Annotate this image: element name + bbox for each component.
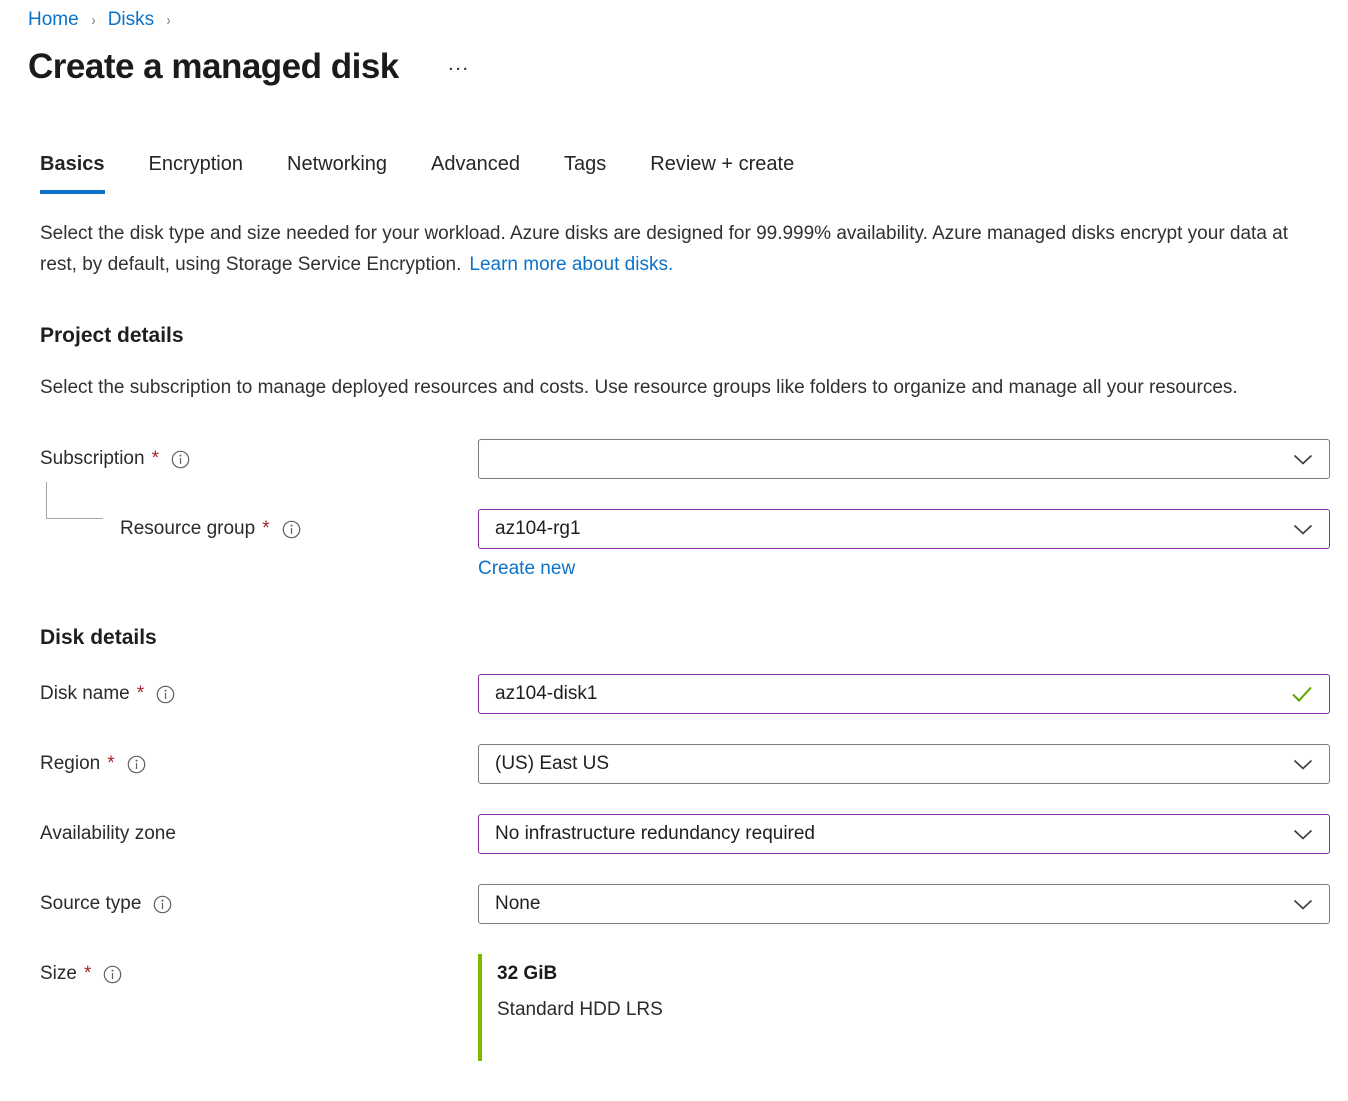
disk-name-input[interactable] — [495, 683, 1281, 705]
disk-details-heading: Disk details — [40, 626, 1348, 650]
project-details-heading: Project details — [40, 324, 1348, 348]
title-row: Create a managed disk ... — [28, 47, 1348, 87]
tab-review-create[interactable]: Review + create — [650, 153, 794, 194]
checkmark-icon — [1291, 686, 1313, 702]
disk-name-row: Disk name * — [40, 674, 1348, 714]
intro-text: Select the disk type and size needed for… — [40, 218, 1320, 280]
info-icon[interactable] — [103, 965, 122, 984]
required-marker: * — [107, 753, 114, 775]
region-dropdown[interactable]: (US) East US — [478, 744, 1330, 784]
tab-networking[interactable]: Networking — [287, 153, 387, 194]
source-type-row: Source type None — [40, 884, 1348, 924]
disk-details-form: Disk name * Region * (US) East US — [40, 674, 1348, 1061]
region-label-text: Region — [40, 753, 100, 775]
size-summary: 32 GiB Standard HDD LRS — [478, 954, 1330, 1061]
disk-name-label: Disk name * — [40, 674, 478, 714]
size-label: Size * — [40, 954, 478, 994]
subscription-dropdown[interactable] — [478, 439, 1330, 479]
info-icon[interactable] — [153, 895, 172, 914]
required-marker: * — [262, 518, 269, 540]
source-type-dropdown[interactable]: None — [478, 884, 1330, 924]
resource-group-label: Resource group * — [40, 509, 478, 549]
page-title: Create a managed disk — [28, 47, 399, 87]
chevron-right-icon: › — [167, 12, 171, 29]
required-marker: * — [84, 963, 91, 985]
breadcrumb-home-link[interactable]: Home — [28, 9, 79, 31]
chevron-down-icon — [1293, 899, 1313, 910]
chevron-down-icon — [1293, 829, 1313, 840]
chevron-down-icon — [1293, 524, 1313, 535]
basics-form: Subscription * Resource group * az104-rg… — [40, 439, 1348, 580]
info-icon[interactable] — [282, 520, 301, 539]
tab-tags[interactable]: Tags — [564, 153, 606, 194]
resource-group-value: az104-rg1 — [495, 518, 581, 540]
region-label: Region * — [40, 744, 478, 784]
info-icon[interactable] — [156, 685, 175, 704]
source-type-label: Source type — [40, 884, 478, 924]
info-icon[interactable] — [127, 755, 146, 774]
tab-advanced[interactable]: Advanced — [431, 153, 520, 194]
source-type-label-text: Source type — [40, 893, 141, 915]
tab-encryption[interactable]: Encryption — [149, 153, 244, 194]
subscription-label: Subscription * — [40, 439, 478, 479]
resource-group-label-text: Resource group — [120, 518, 255, 540]
info-icon[interactable] — [171, 450, 190, 469]
size-value: 32 GiB — [497, 963, 1330, 985]
disk-name-field — [478, 674, 1330, 714]
chevron-down-icon — [1293, 454, 1313, 465]
availability-zone-row: Availability zone No infrastructure redu… — [40, 814, 1348, 854]
wizard-tabs: Basics Encryption Networking Advanced Ta… — [40, 153, 1348, 194]
availability-zone-label-text: Availability zone — [40, 823, 176, 845]
resource-group-row: Resource group * az104-rg1 Create new — [40, 509, 1348, 580]
learn-more-link[interactable]: Learn more about disks. — [469, 254, 673, 275]
project-details-description: Select the subscription to manage deploy… — [40, 372, 1312, 403]
subscription-label-text: Subscription — [40, 448, 145, 470]
region-row: Region * (US) East US — [40, 744, 1348, 784]
availability-zone-label: Availability zone — [40, 814, 478, 854]
required-marker: * — [152, 448, 159, 470]
breadcrumb: Home › Disks › — [0, 0, 1348, 31]
disk-name-label-text: Disk name — [40, 683, 130, 705]
chevron-down-icon — [1293, 759, 1313, 770]
hierarchy-connector — [46, 482, 103, 519]
region-value: (US) East US — [495, 753, 609, 775]
chevron-right-icon: › — [91, 12, 95, 29]
resource-group-dropdown[interactable]: az104-rg1 — [478, 509, 1330, 549]
source-type-value: None — [495, 893, 540, 915]
ellipsis-icon[interactable]: ... — [445, 53, 475, 78]
availability-zone-value: No infrastructure redundancy required — [495, 823, 815, 845]
size-sku: Standard HDD LRS — [497, 999, 1330, 1021]
tab-basics[interactable]: Basics — [40, 153, 105, 194]
required-marker: * — [137, 683, 144, 705]
size-label-text: Size — [40, 963, 77, 985]
subscription-row: Subscription * — [40, 439, 1348, 479]
size-row: Size * 32 GiB Standard HDD LRS — [40, 954, 1348, 1061]
breadcrumb-disks-link[interactable]: Disks — [108, 9, 154, 31]
create-new-link[interactable]: Create new — [478, 558, 575, 580]
availability-zone-dropdown[interactable]: No infrastructure redundancy required — [478, 814, 1330, 854]
